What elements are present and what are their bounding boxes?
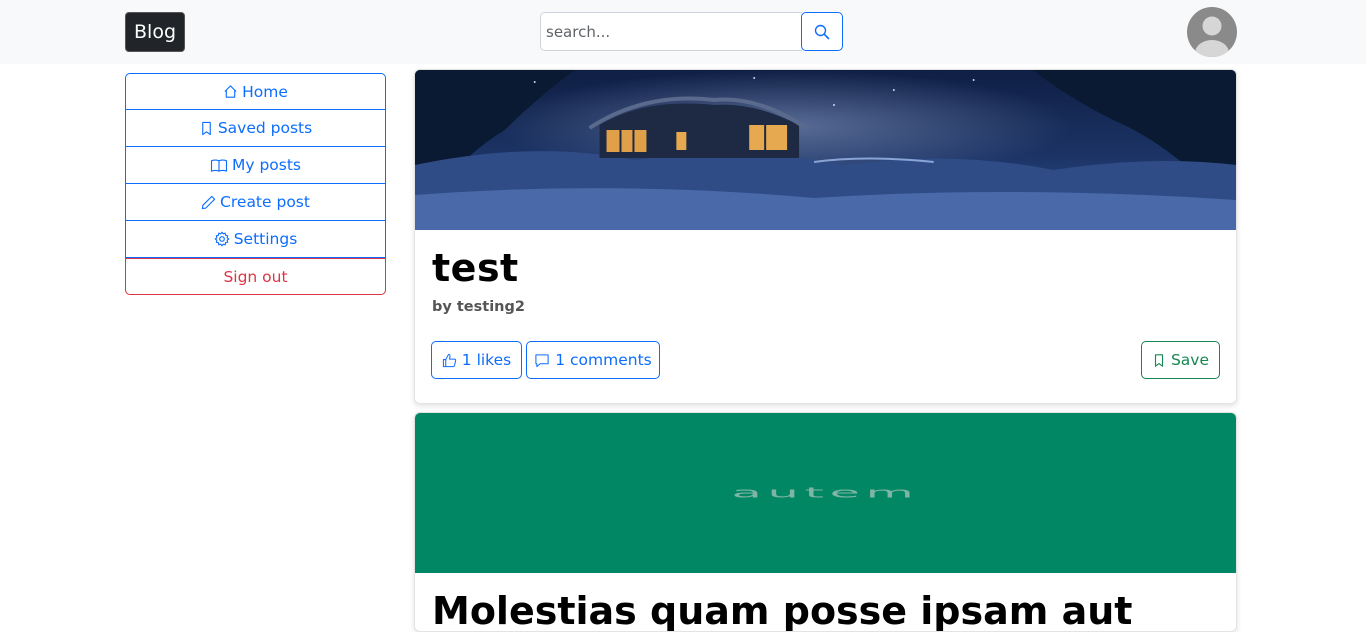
- sidebar: Home Saved posts My posts Create post Se…: [125, 73, 386, 295]
- comments-button[interactable]: 1 comments: [526, 341, 660, 379]
- avatar[interactable]: [1187, 7, 1237, 57]
- sidebar-item-label: Create post: [220, 193, 310, 211]
- gear-icon: [214, 231, 230, 247]
- post-image[interactable]: [415, 70, 1236, 230]
- sign-out-button[interactable]: Sign out: [125, 258, 386, 295]
- bookmark-icon: [1154, 353, 1164, 367]
- post-title[interactable]: test: [432, 246, 519, 290]
- sidebar-item-my-posts[interactable]: My posts: [125, 147, 386, 184]
- sidebar-item-label: My posts: [231, 156, 302, 174]
- search-icon: [814, 24, 830, 39]
- sidebar-item-saved-posts[interactable]: Saved posts: [125, 110, 386, 147]
- comments-count: 1 comments: [555, 351, 652, 369]
- thumbs-up-icon: [442, 353, 456, 367]
- navbar: Blog: [0, 0, 1366, 64]
- search-input[interactable]: [540, 12, 802, 51]
- brand-logo[interactable]: Blog: [125, 12, 185, 52]
- sidebar-item-label: Sign out: [223, 267, 288, 286]
- sidebar-item-create-post[interactable]: Create post: [125, 184, 386, 221]
- house-icon: [224, 85, 237, 98]
- sidebar-item-label: Home: [242, 82, 288, 101]
- post-author: by testing2: [432, 299, 525, 315]
- save-label: Save: [1170, 351, 1210, 369]
- chat-icon: [535, 353, 549, 367]
- search-form: [540, 12, 843, 51]
- post-card: test by testing2 1 likes 1 comments Save: [414, 69, 1237, 404]
- post-card: autem Molestias quam posse ipsam aut: [414, 412, 1237, 632]
- bookmark-icon: [202, 121, 211, 135]
- sidebar-item-home[interactable]: Home: [125, 73, 386, 110]
- like-button[interactable]: 1 likes: [431, 341, 522, 379]
- sidebar-item-label: Saved posts: [217, 119, 313, 137]
- book-icon: [210, 159, 228, 172]
- sidebar-item-settings[interactable]: Settings: [125, 221, 386, 258]
- post-title[interactable]: Molestias quam posse ipsam aut: [432, 589, 1132, 631]
- likes-count: 1 likes: [461, 351, 512, 369]
- post-image-text: autem: [731, 484, 920, 502]
- sidebar-item-label: Settings: [233, 230, 298, 248]
- post-image[interactable]: autem: [415, 413, 1236, 573]
- pencil-icon: [201, 195, 216, 209]
- save-button[interactable]: Save: [1141, 341, 1220, 379]
- search-button[interactable]: [801, 12, 843, 51]
